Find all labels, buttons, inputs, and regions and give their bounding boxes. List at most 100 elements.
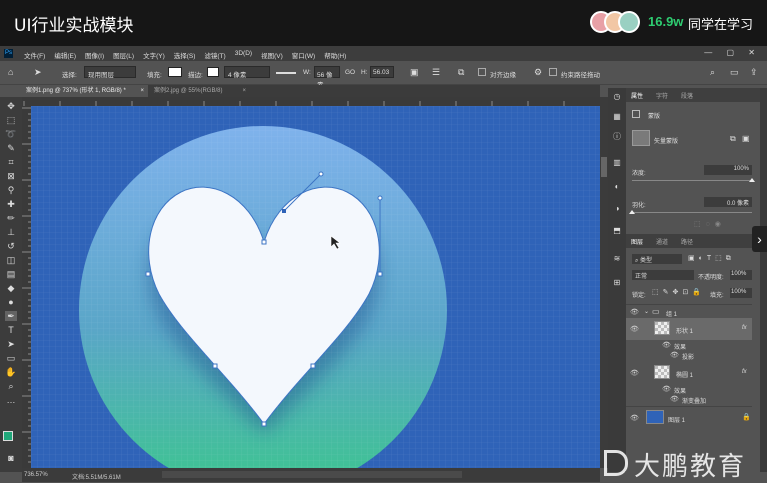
eyedropper-tool-icon[interactable]: ⚲ (5, 185, 17, 195)
feather-field[interactable]: 0.0 像素 (704, 197, 752, 207)
gear-icon[interactable]: ⚙ (534, 67, 542, 78)
feather-slider[interactable] (632, 212, 752, 213)
brush-panel-icon[interactable]: ≋ (612, 254, 622, 264)
visibility-eye-icon[interactable]: 👁 (630, 414, 639, 422)
marquee-tool-icon[interactable]: ⬚ (5, 115, 17, 125)
menu-help[interactable]: 帮助(H) (324, 50, 346, 60)
menu-filter[interactable]: 滤镜(T) (204, 50, 225, 60)
tab-document-1[interactable]: 案例1.png @ 737% (形状 1, RGB/8) * × (22, 85, 148, 97)
constrain-path-checkbox[interactable] (549, 68, 557, 76)
menu-type[interactable]: 文字(Y) (143, 50, 165, 60)
height-field[interactable]: 56.03 (370, 66, 394, 78)
width-field[interactable]: 56 像素 (314, 66, 340, 89)
menu-image[interactable]: 图像(I) (85, 50, 104, 60)
healing-tool-icon[interactable]: ✚ (5, 199, 17, 209)
canvas-artwork[interactable] (31, 106, 600, 468)
fx-icon[interactable]: fx (742, 325, 747, 331)
zoom-level[interactable]: 736.57% (24, 472, 48, 478)
menu-layer[interactable]: 图层(L) (113, 50, 134, 60)
fill-swatch[interactable] (168, 67, 182, 77)
apply-mask-icon[interactable]: ▣ (742, 134, 750, 143)
density-slider[interactable] (632, 180, 752, 181)
stamp-tool-icon[interactable]: ⊥ (5, 227, 17, 237)
menu-edit[interactable]: 编辑(E) (54, 50, 76, 60)
expand-panel-button[interactable]: › (752, 226, 767, 252)
history-brush-tool-icon[interactable]: ↺ (5, 241, 17, 251)
visibility-eye-icon[interactable]: 👁 (630, 325, 639, 333)
libraries-panel-icon[interactable]: ⬒ (612, 226, 622, 236)
anchor-point[interactable] (377, 271, 383, 277)
menu-select[interactable]: 选择(S) (174, 50, 196, 60)
opacity-field[interactable]: 100% (730, 270, 752, 280)
direction-handle[interactable] (377, 195, 383, 201)
lock-icons[interactable]: ⬚✎✥⊡🔒 (652, 288, 705, 296)
adjustments-panel-icon[interactable]: ◑ (612, 204, 622, 214)
visibility-eye-icon[interactable]: 👁 (670, 395, 679, 403)
tab-layers[interactable]: 图层 (631, 237, 643, 246)
tab-character[interactable]: 字符 (656, 91, 668, 100)
anchor-point[interactable] (212, 363, 218, 369)
stroke-size-field[interactable]: 4 像素 (224, 66, 270, 79)
tab-channels[interactable]: 通道 (656, 237, 668, 246)
quick-mask-icon[interactable]: ◙ (5, 453, 17, 463)
menu-file[interactable]: 文件(F) (24, 50, 45, 60)
panel-scrollbar[interactable] (760, 88, 767, 472)
menu-window[interactable]: 窗口(W) (292, 50, 315, 60)
share-icon[interactable]: ⇪ (750, 67, 758, 78)
stroke-swatch[interactable] (207, 67, 219, 77)
workspace-icon[interactable]: ▭ (730, 67, 739, 78)
menu-view[interactable]: 视图(V) (261, 50, 283, 60)
scroll-thumb[interactable] (601, 157, 607, 177)
properties-panel-icon[interactable]: ▦ (612, 112, 622, 122)
direction-handle[interactable] (318, 171, 324, 177)
stroke-type-selector[interactable] (276, 72, 296, 74)
effects-row[interactable]: 👁 效果 (626, 384, 752, 395)
fx-icon[interactable]: fx (742, 369, 747, 375)
anchor-point[interactable] (261, 239, 267, 245)
info-panel-icon[interactable]: ⓘ (612, 132, 622, 142)
crop-tool-icon[interactable]: ⌗ (5, 157, 17, 167)
eraser-tool-icon[interactable]: ◫ (5, 255, 17, 265)
visibility-eye-icon[interactable]: 👁 (630, 308, 639, 316)
layer-row-ellipse-1[interactable]: 👁 椭圆 1 fx (626, 362, 752, 384)
hand-tool-icon[interactable]: ✋ (5, 367, 17, 377)
density-slider-knob[interactable] (749, 178, 755, 182)
density-field[interactable]: 100% (704, 165, 752, 175)
visibility-eye-icon[interactable]: 👁 (662, 341, 671, 349)
effect-row-drop-shadow[interactable]: 👁 投影 (626, 350, 752, 361)
add-mask-icon[interactable]: ⧉ (730, 134, 736, 144)
close-icon[interactable]: × (140, 85, 144, 97)
layer-filter-dropdown[interactable]: ⌕ 类型 (632, 254, 682, 264)
align-edges-checkbox[interactable] (478, 68, 486, 76)
path-selection-tool-icon[interactable]: ➤ (5, 339, 17, 349)
fill-field[interactable]: 100% (730, 288, 752, 298)
vector-mask-thumbnail[interactable] (632, 130, 650, 146)
effect-row-gradient-overlay[interactable]: 👁 渐变叠加 (626, 394, 752, 405)
blur-tool-icon[interactable]: ◆ (5, 283, 17, 293)
path-arrangement-icon[interactable]: ⧉ (458, 67, 464, 78)
feather-slider-knob[interactable] (629, 210, 635, 214)
properties-footer-icons[interactable]: ⬚◌◉ (694, 220, 726, 228)
vertical-scrollbar[interactable] (600, 97, 608, 468)
layer-row-shape-1[interactable]: 👁 形状 1 fx (626, 318, 752, 340)
anchor-point[interactable] (261, 421, 267, 427)
lasso-tool-icon[interactable]: ➰ (5, 129, 17, 139)
type-tool-icon[interactable]: T (5, 325, 17, 335)
document-canvas[interactable] (31, 106, 600, 468)
quick-select-tool-icon[interactable]: ✎ (5, 143, 17, 153)
tab-paragraph[interactable]: 段落 (681, 91, 693, 100)
select-dropdown[interactable]: 现用图层 (84, 66, 136, 79)
path-operations-icon[interactable]: ▣ (410, 67, 419, 78)
anchor-point[interactable] (282, 209, 286, 213)
tab-paths[interactable]: 路径 (681, 237, 693, 246)
move-tool-icon[interactable]: ✥ (5, 101, 17, 111)
gradient-tool-icon[interactable]: ▤ (5, 269, 17, 279)
horizontal-scrollbar[interactable] (162, 471, 462, 478)
rectangle-tool-icon[interactable]: ▭ (5, 353, 17, 363)
visibility-eye-icon[interactable]: 👁 (662, 385, 671, 393)
more-tools-icon[interactable]: … (5, 395, 17, 405)
link-label[interactable]: GO (345, 69, 355, 76)
history-panel-icon[interactable]: ◷ (612, 92, 622, 102)
vertical-ruler[interactable] (22, 106, 31, 468)
home-icon[interactable]: ⌂ (8, 67, 13, 77)
